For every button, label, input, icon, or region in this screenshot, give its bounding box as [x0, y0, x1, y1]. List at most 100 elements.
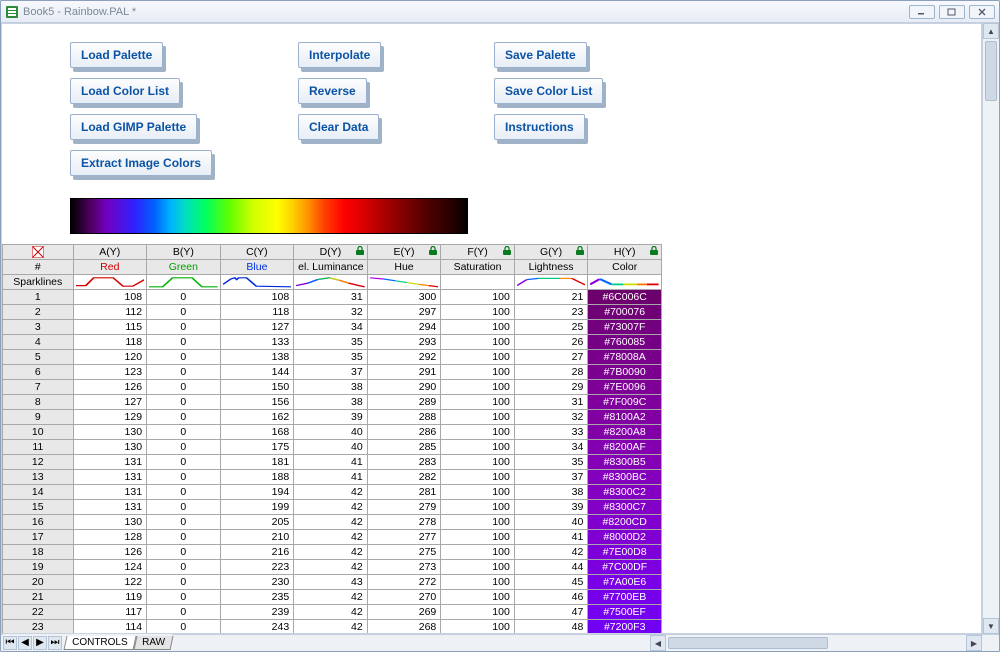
cell-green[interactable]: 0 — [147, 425, 221, 440]
cell-saturation[interactable]: 100 — [441, 290, 515, 305]
cell-blue[interactable]: 230 — [220, 575, 294, 590]
tab-prev-button[interactable]: ◀ — [18, 636, 32, 650]
cell-hue[interactable]: 289 — [367, 395, 441, 410]
table-row[interactable]: 1712802104227710041#8000D2 — [3, 530, 662, 545]
cell-hue[interactable]: 294 — [367, 320, 441, 335]
clear-data-button[interactable]: Clear Data — [298, 114, 379, 140]
table-row[interactable]: 912901623928810032#8100A2 — [3, 410, 662, 425]
load-color-list-button[interactable]: Load Color List — [70, 78, 180, 104]
cell-hue[interactable]: 285 — [367, 440, 441, 455]
cell-hue[interactable]: 268 — [367, 620, 441, 635]
save-color-list-button[interactable]: Save Color List — [494, 78, 603, 104]
cell-saturation[interactable]: 100 — [441, 545, 515, 560]
row-header[interactable]: 23 — [3, 620, 74, 635]
cell-red[interactable]: 123 — [73, 365, 147, 380]
cell-blue[interactable]: 127 — [220, 320, 294, 335]
cell-red[interactable]: 115 — [73, 320, 147, 335]
cell-blue[interactable]: 168 — [220, 425, 294, 440]
load-palette-button[interactable]: Load Palette — [70, 42, 163, 68]
cell-green[interactable]: 0 — [147, 350, 221, 365]
cell-red[interactable]: 130 — [73, 515, 147, 530]
cell-blue[interactable]: 175 — [220, 440, 294, 455]
cell-lightness[interactable]: 47 — [514, 605, 588, 620]
cell-blue[interactable]: 144 — [220, 365, 294, 380]
cell-green[interactable]: 0 — [147, 455, 221, 470]
col-label-blue[interactable]: Blue — [220, 260, 294, 275]
table-row[interactable]: 311501273429410025#73007F — [3, 320, 662, 335]
cell-green[interactable]: 0 — [147, 320, 221, 335]
cell-lightness[interactable]: 27 — [514, 350, 588, 365]
cell-hue[interactable]: 293 — [367, 335, 441, 350]
cell-luminance[interactable]: 40 — [294, 440, 368, 455]
cell-blue[interactable]: 108 — [220, 290, 294, 305]
cell-green[interactable]: 0 — [147, 380, 221, 395]
cell-luminance[interactable]: 37 — [294, 365, 368, 380]
col-label-hue[interactable]: Hue — [367, 260, 441, 275]
row-header[interactable]: 12 — [3, 455, 74, 470]
cell-hue[interactable]: 278 — [367, 515, 441, 530]
col-label-color[interactable]: Color — [588, 260, 662, 275]
cell-saturation[interactable]: 100 — [441, 440, 515, 455]
row-header[interactable]: 19 — [3, 560, 74, 575]
cell-saturation[interactable]: 100 — [441, 485, 515, 500]
table-row[interactable]: 110801083130010021#6C006C — [3, 290, 662, 305]
cell-color[interactable]: #8000D2 — [588, 530, 662, 545]
cell-blue[interactable]: 162 — [220, 410, 294, 425]
table-row[interactable]: 2111902354227010046#7700EB — [3, 590, 662, 605]
cell-green[interactable]: 0 — [147, 590, 221, 605]
table-row[interactable]: 1513101994227910039#8300C7 — [3, 500, 662, 515]
cell-saturation[interactable]: 100 — [441, 335, 515, 350]
table-row[interactable]: 1912402234227310044#7C00DF — [3, 560, 662, 575]
col-label-red[interactable]: Red — [73, 260, 147, 275]
cell-green[interactable]: 0 — [147, 290, 221, 305]
cell-color[interactable]: #7A00E6 — [588, 575, 662, 590]
tab-last-button[interactable]: ⏭ — [48, 636, 62, 650]
cell-luminance[interactable]: 41 — [294, 455, 368, 470]
cell-color[interactable]: #8200AF — [588, 440, 662, 455]
cell-blue[interactable]: 188 — [220, 470, 294, 485]
table-row[interactable]: 211201183229710023#700076 — [3, 305, 662, 320]
sparklines-header[interactable]: Sparklines — [3, 275, 74, 290]
scroll-left-button[interactable]: ◀ — [650, 635, 666, 651]
cell-luminance[interactable]: 42 — [294, 485, 368, 500]
cell-lightness[interactable]: 31 — [514, 395, 588, 410]
cell-green[interactable]: 0 — [147, 500, 221, 515]
minimize-button[interactable] — [909, 5, 935, 19]
cell-blue[interactable]: 138 — [220, 350, 294, 365]
table-row[interactable]: 512001383529210027#78008A — [3, 350, 662, 365]
cell-saturation[interactable]: 100 — [441, 380, 515, 395]
cell-color[interactable]: #7700EB — [588, 590, 662, 605]
cell-luminance[interactable]: 34 — [294, 320, 368, 335]
cell-hue[interactable]: 273 — [367, 560, 441, 575]
cell-lightness[interactable]: 29 — [514, 380, 588, 395]
col-label-lightness[interactable]: Lightness — [514, 260, 588, 275]
row-header[interactable]: 17 — [3, 530, 74, 545]
cell-saturation[interactable]: 100 — [441, 305, 515, 320]
cell-lightness[interactable]: 21 — [514, 290, 588, 305]
row-header[interactable]: 13 — [3, 470, 74, 485]
cell-color[interactable]: #7500EF — [588, 605, 662, 620]
cell-blue[interactable]: 156 — [220, 395, 294, 410]
cell-red[interactable]: 108 — [73, 290, 147, 305]
col-header-G[interactable]: G(Y) — [514, 245, 588, 260]
cell-hue[interactable]: 272 — [367, 575, 441, 590]
cell-lightness[interactable]: 48 — [514, 620, 588, 635]
cell-red[interactable]: 126 — [73, 545, 147, 560]
cell-saturation[interactable]: 100 — [441, 470, 515, 485]
cell-color[interactable]: #8300B5 — [588, 455, 662, 470]
cell-green[interactable]: 0 — [147, 305, 221, 320]
cell-lightness[interactable]: 23 — [514, 305, 588, 320]
row-header[interactable]: 9 — [3, 410, 74, 425]
cell-blue[interactable]: 205 — [220, 515, 294, 530]
cell-hue[interactable]: 286 — [367, 425, 441, 440]
row-header[interactable]: 7 — [3, 380, 74, 395]
cell-hue[interactable]: 282 — [367, 470, 441, 485]
cell-lightness[interactable]: 44 — [514, 560, 588, 575]
reverse-button[interactable]: Reverse — [298, 78, 367, 104]
cell-red[interactable]: 130 — [73, 425, 147, 440]
cell-lightness[interactable]: 46 — [514, 590, 588, 605]
cell-hue[interactable]: 283 — [367, 455, 441, 470]
cell-red[interactable]: 128 — [73, 530, 147, 545]
col-header-C[interactable]: C(Y) — [220, 245, 294, 260]
cell-blue[interactable]: 216 — [220, 545, 294, 560]
